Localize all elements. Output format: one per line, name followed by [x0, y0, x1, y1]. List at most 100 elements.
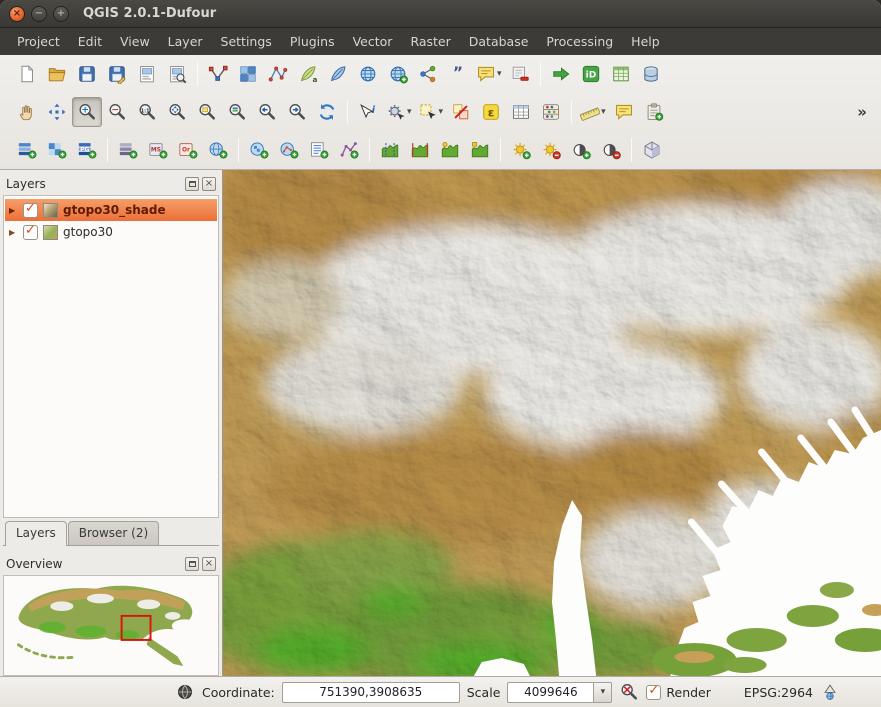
menu-edit[interactable]: Edit	[69, 29, 111, 54]
field-calculator-button[interactable]	[536, 97, 566, 127]
menu-project[interactable]: Project	[8, 29, 69, 54]
web-services-button[interactable]	[383, 59, 413, 89]
menu-layer[interactable]: Layer	[159, 29, 212, 54]
menu-database[interactable]: Database	[460, 29, 538, 54]
expand-arrow-icon[interactable]: ▶	[9, 228, 18, 237]
open-project-button[interactable]	[42, 59, 72, 89]
decrease-contrast-button[interactable]	[596, 135, 626, 165]
move-label-button[interactable]	[323, 59, 353, 89]
zoom-to-layer-button[interactable]	[222, 97, 252, 127]
georeferencer-button[interactable]	[233, 59, 263, 89]
new-bookmark-button[interactable]	[639, 97, 669, 127]
add-spatialite-layer-button[interactable]	[113, 135, 143, 165]
add-oracle-layer-button[interactable]: Or	[173, 135, 203, 165]
save-project-button[interactable]	[72, 59, 102, 89]
layer-visibility-checkbox[interactable]: ✓	[23, 225, 38, 240]
statistics-summary-button[interactable]	[606, 59, 636, 89]
menu-raster[interactable]: Raster	[401, 29, 459, 54]
local-histogram-stretch-button[interactable]	[375, 135, 405, 165]
interpolation-button[interactable]	[263, 59, 293, 89]
close-button[interactable]: ×	[9, 6, 25, 22]
add-wcs-layer-button[interactable]	[244, 135, 274, 165]
decrease-brightness-button[interactable]	[536, 135, 566, 165]
road-graph-button[interactable]	[413, 59, 443, 89]
measure-dropdown-caret[interactable]: ▾	[601, 107, 606, 117]
map-canvas[interactable]	[223, 170, 881, 676]
local-cumulative-stretch-button[interactable]	[435, 135, 465, 165]
metasearch-button[interactable]	[353, 59, 383, 89]
toolbar-overflow-button[interactable]: »	[853, 101, 871, 123]
render-checkbox[interactable]: ✓ Render	[646, 685, 711, 700]
menu-view[interactable]: View	[111, 29, 159, 54]
open-attribute-table-button[interactable]	[506, 97, 536, 127]
new-shapefile-layer-button[interactable]	[334, 135, 364, 165]
add-raster-layer-button[interactable]	[42, 135, 72, 165]
zoom-to-selection-button[interactable]	[192, 97, 222, 127]
gps-tools-button[interactable]: ”	[443, 59, 473, 89]
close-overview-panel-button[interactable]: ×	[202, 557, 216, 571]
menu-help[interactable]: Help	[622, 29, 669, 54]
zoom-in-button[interactable]: +	[72, 97, 102, 127]
select-features-dropdown-caret[interactable]: ▾	[439, 107, 444, 117]
stop-rendering-button[interactable]	[619, 682, 639, 702]
scale-dropdown-button[interactable]: ▾	[593, 682, 612, 703]
measure-button[interactable]: ▾	[577, 97, 609, 127]
select-by-expression-button[interactable]: ε	[476, 97, 506, 127]
layer-visibility-checkbox[interactable]: ✓	[23, 203, 38, 218]
overview-map-panel[interactable]	[3, 575, 219, 676]
full-histogram-stretch-button[interactable]	[405, 135, 435, 165]
select-features-button[interactable]: ▾	[415, 97, 447, 127]
refresh-map-button[interactable]	[312, 97, 342, 127]
labeling-button[interactable]: a	[293, 59, 323, 89]
new-project-button[interactable]	[12, 59, 42, 89]
run-feature-action-dropdown-caret[interactable]: ▾	[407, 107, 412, 117]
layer-item-gtopo30[interactable]: ▶✓gtopo30	[5, 221, 217, 243]
processing-toolbox-button[interactable]	[546, 59, 576, 89]
db-manager-button[interactable]	[636, 59, 666, 89]
toggle-extents-button[interactable]	[175, 682, 195, 702]
map-tips-button[interactable]	[609, 97, 639, 127]
menu-vector[interactable]: Vector	[344, 29, 402, 54]
run-feature-action-button[interactable]: ▾	[383, 97, 415, 127]
zoom-next-button[interactable]	[282, 97, 312, 127]
menu-processing[interactable]: Processing	[537, 29, 622, 54]
zoom-out-button[interactable]: −	[102, 97, 132, 127]
identify-features-button[interactable]: i	[353, 97, 383, 127]
add-postgis-layer-button[interactable]: PG	[72, 135, 102, 165]
increase-contrast-button[interactable]	[566, 135, 596, 165]
menu-plugins[interactable]: Plugins	[281, 29, 344, 54]
crs-status-button[interactable]	[820, 682, 840, 702]
close-layers-panel-button[interactable]: ×	[202, 177, 216, 191]
panel-tab-browser-2[interactable]: Browser (2)	[68, 521, 159, 545]
remove-annotation-button[interactable]	[505, 59, 535, 89]
add-delimited-text-layer-button[interactable]	[304, 135, 334, 165]
composer-manager-button[interactable]	[162, 59, 192, 89]
text-annotation-dropdown-caret[interactable]: ▾	[497, 69, 502, 79]
map-preview-button[interactable]	[637, 135, 667, 165]
zoom-native-button[interactable]: 1:1	[132, 97, 162, 127]
add-wfs-layer-button[interactable]	[274, 135, 304, 165]
float-overview-panel-button[interactable]	[185, 557, 199, 571]
zoom-full-button[interactable]	[162, 97, 192, 127]
topology-checker-button[interactable]	[203, 59, 233, 89]
add-vector-layer-button[interactable]	[12, 135, 42, 165]
deselect-all-button[interactable]	[446, 97, 476, 127]
id-editor-button[interactable]: iD	[576, 59, 606, 89]
save-project-as-button[interactable]	[102, 59, 132, 89]
pan-map-button[interactable]	[12, 97, 42, 127]
text-annotation-button[interactable]: ▾	[473, 59, 505, 89]
float-layers-panel-button[interactable]	[185, 177, 199, 191]
expand-arrow-icon[interactable]: ▶	[9, 206, 18, 215]
maximize-button[interactable]: +	[53, 6, 69, 22]
panel-tab-layers[interactable]: Layers	[5, 521, 67, 546]
full-cumulative-stretch-button[interactable]	[465, 135, 495, 165]
zoom-last-button[interactable]	[252, 97, 282, 127]
scale-input[interactable]	[507, 682, 593, 703]
layer-item-gtopo30_shade[interactable]: ▶✓gtopo30_shade	[5, 199, 217, 221]
increase-brightness-button[interactable]	[506, 135, 536, 165]
new-print-composer-button[interactable]	[132, 59, 162, 89]
add-wms-layer-button[interactable]	[203, 135, 233, 165]
scale-combobox[interactable]: ▾	[507, 682, 612, 703]
minimize-button[interactable]: −	[31, 6, 47, 22]
touch-zoom-pan-button[interactable]	[42, 97, 72, 127]
